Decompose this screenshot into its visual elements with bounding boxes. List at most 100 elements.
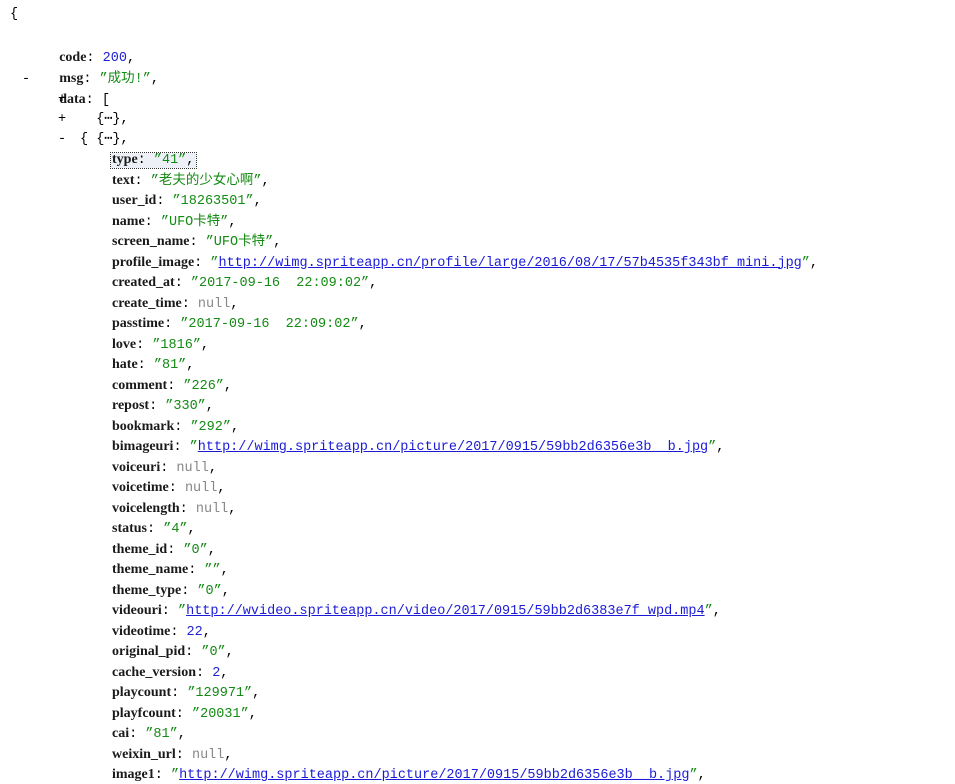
field-content: repost: ”330”, [112, 398, 214, 414]
expand-toggle-item-1[interactable]: + [57, 90, 67, 110]
field-content: created_at: ”2017-09-16 22:09:02”, [112, 275, 378, 291]
field-content: bookmark: ”292”, [112, 418, 240, 435]
field-theme-name: theme_name: ””, [112, 560, 229, 580]
field-key: voiceuri [112, 459, 161, 475]
field-link-value[interactable]: http://wvideo.spriteapp.cn/video/2017/09… [186, 604, 704, 619]
field-code: code: 200, [59, 50, 136, 66]
field-key: created_at [112, 275, 175, 290]
field-theme-id: theme_id: ”0”, [112, 540, 216, 560]
field-value: ”UFO卡特” [160, 214, 229, 230]
field-voiceuri: voiceuri: null, [112, 458, 217, 478]
field-value: ”0” [201, 645, 226, 660]
field-videouri: videouri: ”http://wvideo.spriteapp.cn/vi… [112, 601, 721, 621]
field-value: ”292” [190, 419, 231, 435]
field-content: name: ”UFO卡特”, [112, 213, 237, 230]
field-content: voicetime: null, [112, 480, 226, 496]
field-link-value[interactable]: http://wimg.spriteapp.cn/picture/2017/09… [198, 440, 708, 455]
field-key: passtime [112, 316, 165, 331]
field-msg: msg: ”成功!”, [59, 71, 159, 87]
field-content: theme_id: ”0”, [112, 541, 216, 558]
field-weixin-url: weixin_url: null, [112, 745, 233, 765]
field-value: ”81” [145, 727, 178, 742]
field-profile-image: profile_image: ”http://wimg.spriteapp.cn… [112, 253, 818, 273]
collapse-toggle-data[interactable]: - [21, 70, 31, 90]
field-content: voiceuri: null, [112, 459, 217, 476]
field-value: 22 [186, 624, 203, 640]
field-value: null [176, 460, 209, 476]
field-love: love: ”1816”, [112, 335, 209, 355]
field-value: null [197, 296, 231, 312]
field-value: ”20031” [192, 706, 249, 722]
field-value: ”18263501” [172, 194, 254, 209]
field-key: bookmark [112, 418, 175, 434]
field-content: theme_name: ””, [112, 562, 229, 578]
field-repost: repost: ”330”, [112, 396, 214, 416]
expand-toggle-item-2[interactable]: + [57, 110, 67, 130]
field-image1: image1: ”http://wimg.spriteapp.cn/pictur… [112, 765, 706, 784]
field-value: ”2017-09-16 22:09:02” [190, 276, 370, 291]
collapsed-item[interactable]: {⋯}, [80, 110, 128, 147]
field-key: theme_type [112, 582, 182, 598]
field-passtime: passtime: ”2017-09-16 22:09:02”, [112, 314, 367, 334]
field-create-time: create_time: null, [112, 294, 238, 314]
field-key: cai [112, 726, 130, 741]
field-content: text: ”老夫的少女心啊”, [112, 172, 270, 189]
field-key: theme_id [112, 541, 168, 557]
field-data: data: [ [59, 92, 110, 108]
field-name: name: ”UFO卡特”, [112, 212, 237, 232]
field-key: original_pid [112, 644, 186, 659]
field-user-id: user_id: ”18263501”, [112, 191, 262, 211]
selected-field-highlight[interactable]: type: ”41”, [109, 152, 198, 169]
field-key: theme_name [112, 562, 189, 577]
field-hate: hate: ”81”, [112, 355, 194, 375]
comma: , [120, 132, 129, 147]
field-content: hate: ”81”, [112, 357, 195, 373]
field-content: love: ”1816”, [112, 336, 210, 353]
collapse-toggle-item-3[interactable]: - [57, 130, 67, 150]
field-value: ”老夫的少女心啊” [150, 173, 262, 189]
expanded-item-open-brace: { [80, 132, 89, 147]
field-key: repost [112, 398, 150, 413]
field-content: cache_version: 2, [112, 664, 229, 681]
field-key: voicetime [112, 480, 169, 495]
field-key: name [112, 213, 145, 229]
field-value: ”41” [153, 153, 187, 168]
field-cai: cai: ”81”, [112, 724, 186, 744]
field-value: ”2017-09-16 22:09:02” [180, 317, 359, 332]
field-value: ”0” [197, 583, 222, 599]
field-value: ”81” [153, 358, 187, 373]
field-key: bimageuri [112, 439, 174, 454]
field-key: cache_version [112, 664, 196, 680]
field-key: create_time [112, 295, 182, 311]
field-content: screen_name: ”UFO卡特”, [112, 234, 282, 250]
field-content: weixin_url: null, [112, 746, 233, 763]
field-created-at: created_at: ”2017-09-16 22:09:02”, [112, 273, 377, 293]
field-key: playfcount [112, 705, 176, 721]
field-content: videouri: ”http://wvideo.spriteapp.cn/vi… [112, 603, 721, 619]
field-theme-type: theme_type: ”0”, [112, 581, 230, 601]
field-content: passtime: ”2017-09-16 22:09:02”, [112, 316, 367, 332]
field-status: status: ”4”, [112, 519, 196, 539]
field-bimageuri: bimageuri: ”http://wimg.spriteapp.cn/pic… [112, 437, 724, 457]
collapsed-item[interactable]: {⋯}, [80, 90, 128, 127]
field-value: ”129971” [187, 686, 253, 701]
field-value: ”226” [183, 378, 224, 394]
field-key: playcount [112, 685, 172, 700]
field-value: ”UFO卡特” [205, 235, 274, 250]
field-key: type [112, 152, 138, 167]
field-key: voicelength [112, 500, 180, 516]
field-content: user_id: ”18263501”, [112, 193, 262, 209]
field-link-value[interactable]: http://wimg.spriteapp.cn/picture/2017/09… [179, 768, 689, 783]
field-key: text [112, 172, 135, 188]
field-videotime: videotime: 22, [112, 622, 211, 642]
field-key: user_id [112, 193, 157, 208]
field-value: null [184, 481, 218, 496]
field-link-value[interactable]: http://wimg.spriteapp.cn/profile/large/2… [218, 256, 801, 271]
field-playcount: playcount: ”129971”, [112, 683, 260, 703]
field-content: status: ”4”, [112, 521, 196, 537]
field-key: weixin_url [112, 746, 176, 762]
field-key: image1 [112, 767, 155, 782]
field-value: ”0” [183, 542, 208, 558]
field-type: type: ”41”, [109, 150, 198, 170]
field-value: ”4” [163, 522, 188, 537]
